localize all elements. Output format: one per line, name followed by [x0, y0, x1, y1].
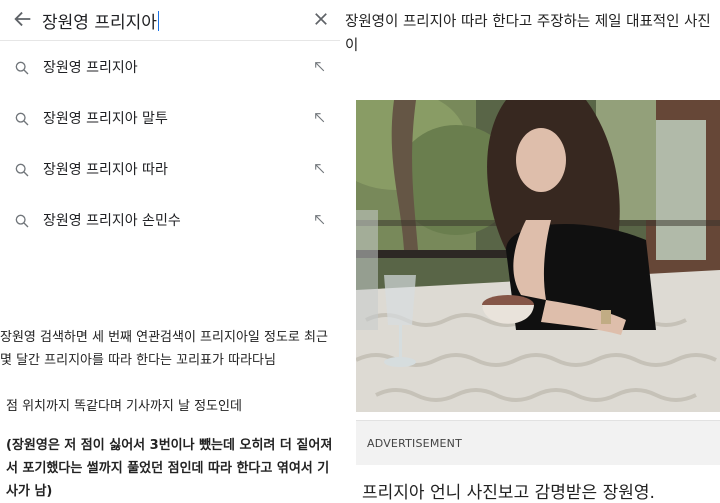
suggestion-label: 장원영 프리지아 손민수	[43, 213, 181, 229]
suggestion-label: 장원영 프리지아 말투	[43, 111, 168, 127]
text-caret	[157, 11, 160, 31]
post-panel: 장원영이 프리지아 따라 한다고 주장하는 제일 대표적인 사진이 ADVERT…	[342, 0, 720, 503]
search-screen: 장원영 프리지아 장원영 프리지아 장원영 프리지아 말투 장원영 프리지아 따…	[0, 0, 340, 502]
arrow-up-left-icon[interactable]	[313, 60, 326, 73]
arrow-left-icon[interactable]	[12, 8, 34, 30]
cafe-photo	[356, 100, 720, 412]
arrow-up-left-icon[interactable]	[313, 213, 326, 226]
search-input[interactable]: 장원영 프리지아	[42, 8, 160, 33]
suggestion-item[interactable]: 장원영 프리지아 말투	[0, 98, 340, 149]
search-icon	[15, 112, 29, 126]
photo-caption: 프리지아 언니 사진보고 감명받은 장원영.	[362, 483, 655, 503]
article-paragraph: 장원영 검색하면 세 번째 연관검색이 프리지아일 정도로 최근 몇 달간 프리…	[0, 330, 328, 368]
suggestion-item[interactable]: 장원영 프리지아	[0, 47, 340, 98]
search-icon	[15, 163, 29, 177]
ad-banner: ADVERTISEMENT	[356, 420, 720, 465]
ad-label: ADVERTISEMENT	[367, 437, 463, 450]
article-paragraph: 점 위치까지 똑같다며 기사까지 날 정도인데	[6, 399, 242, 414]
search-query-text: 장원영 프리지아	[42, 13, 157, 33]
suggestion-label: 장원영 프리지아	[43, 60, 138, 76]
search-icon	[15, 61, 29, 75]
arrow-up-left-icon[interactable]	[313, 111, 326, 124]
post-headline: 장원영이 프리지아 따라 한다고 주장하는 제일 대표적인 사진이	[345, 14, 711, 54]
close-icon[interactable]	[312, 10, 330, 28]
search-icon	[15, 214, 29, 228]
suggestion-label: 장원영 프리지아 따라	[43, 162, 168, 178]
suggestion-item[interactable]: 장원영 프리지아 따라	[0, 149, 340, 200]
search-bar: 장원영 프리지아	[0, 0, 340, 41]
suggestion-list: 장원영 프리지아 장원영 프리지아 말투 장원영 프리지아 따라 장원영 프리지…	[0, 47, 340, 251]
arrow-up-left-icon[interactable]	[313, 162, 326, 175]
article-paragraph-note: (장원영은 저 점이 싫어서 3번이나 뺐는데 오히려 더 짙어져서 포기했다는…	[6, 438, 333, 499]
suggestion-item[interactable]: 장원영 프리지아 손민수	[0, 200, 340, 251]
